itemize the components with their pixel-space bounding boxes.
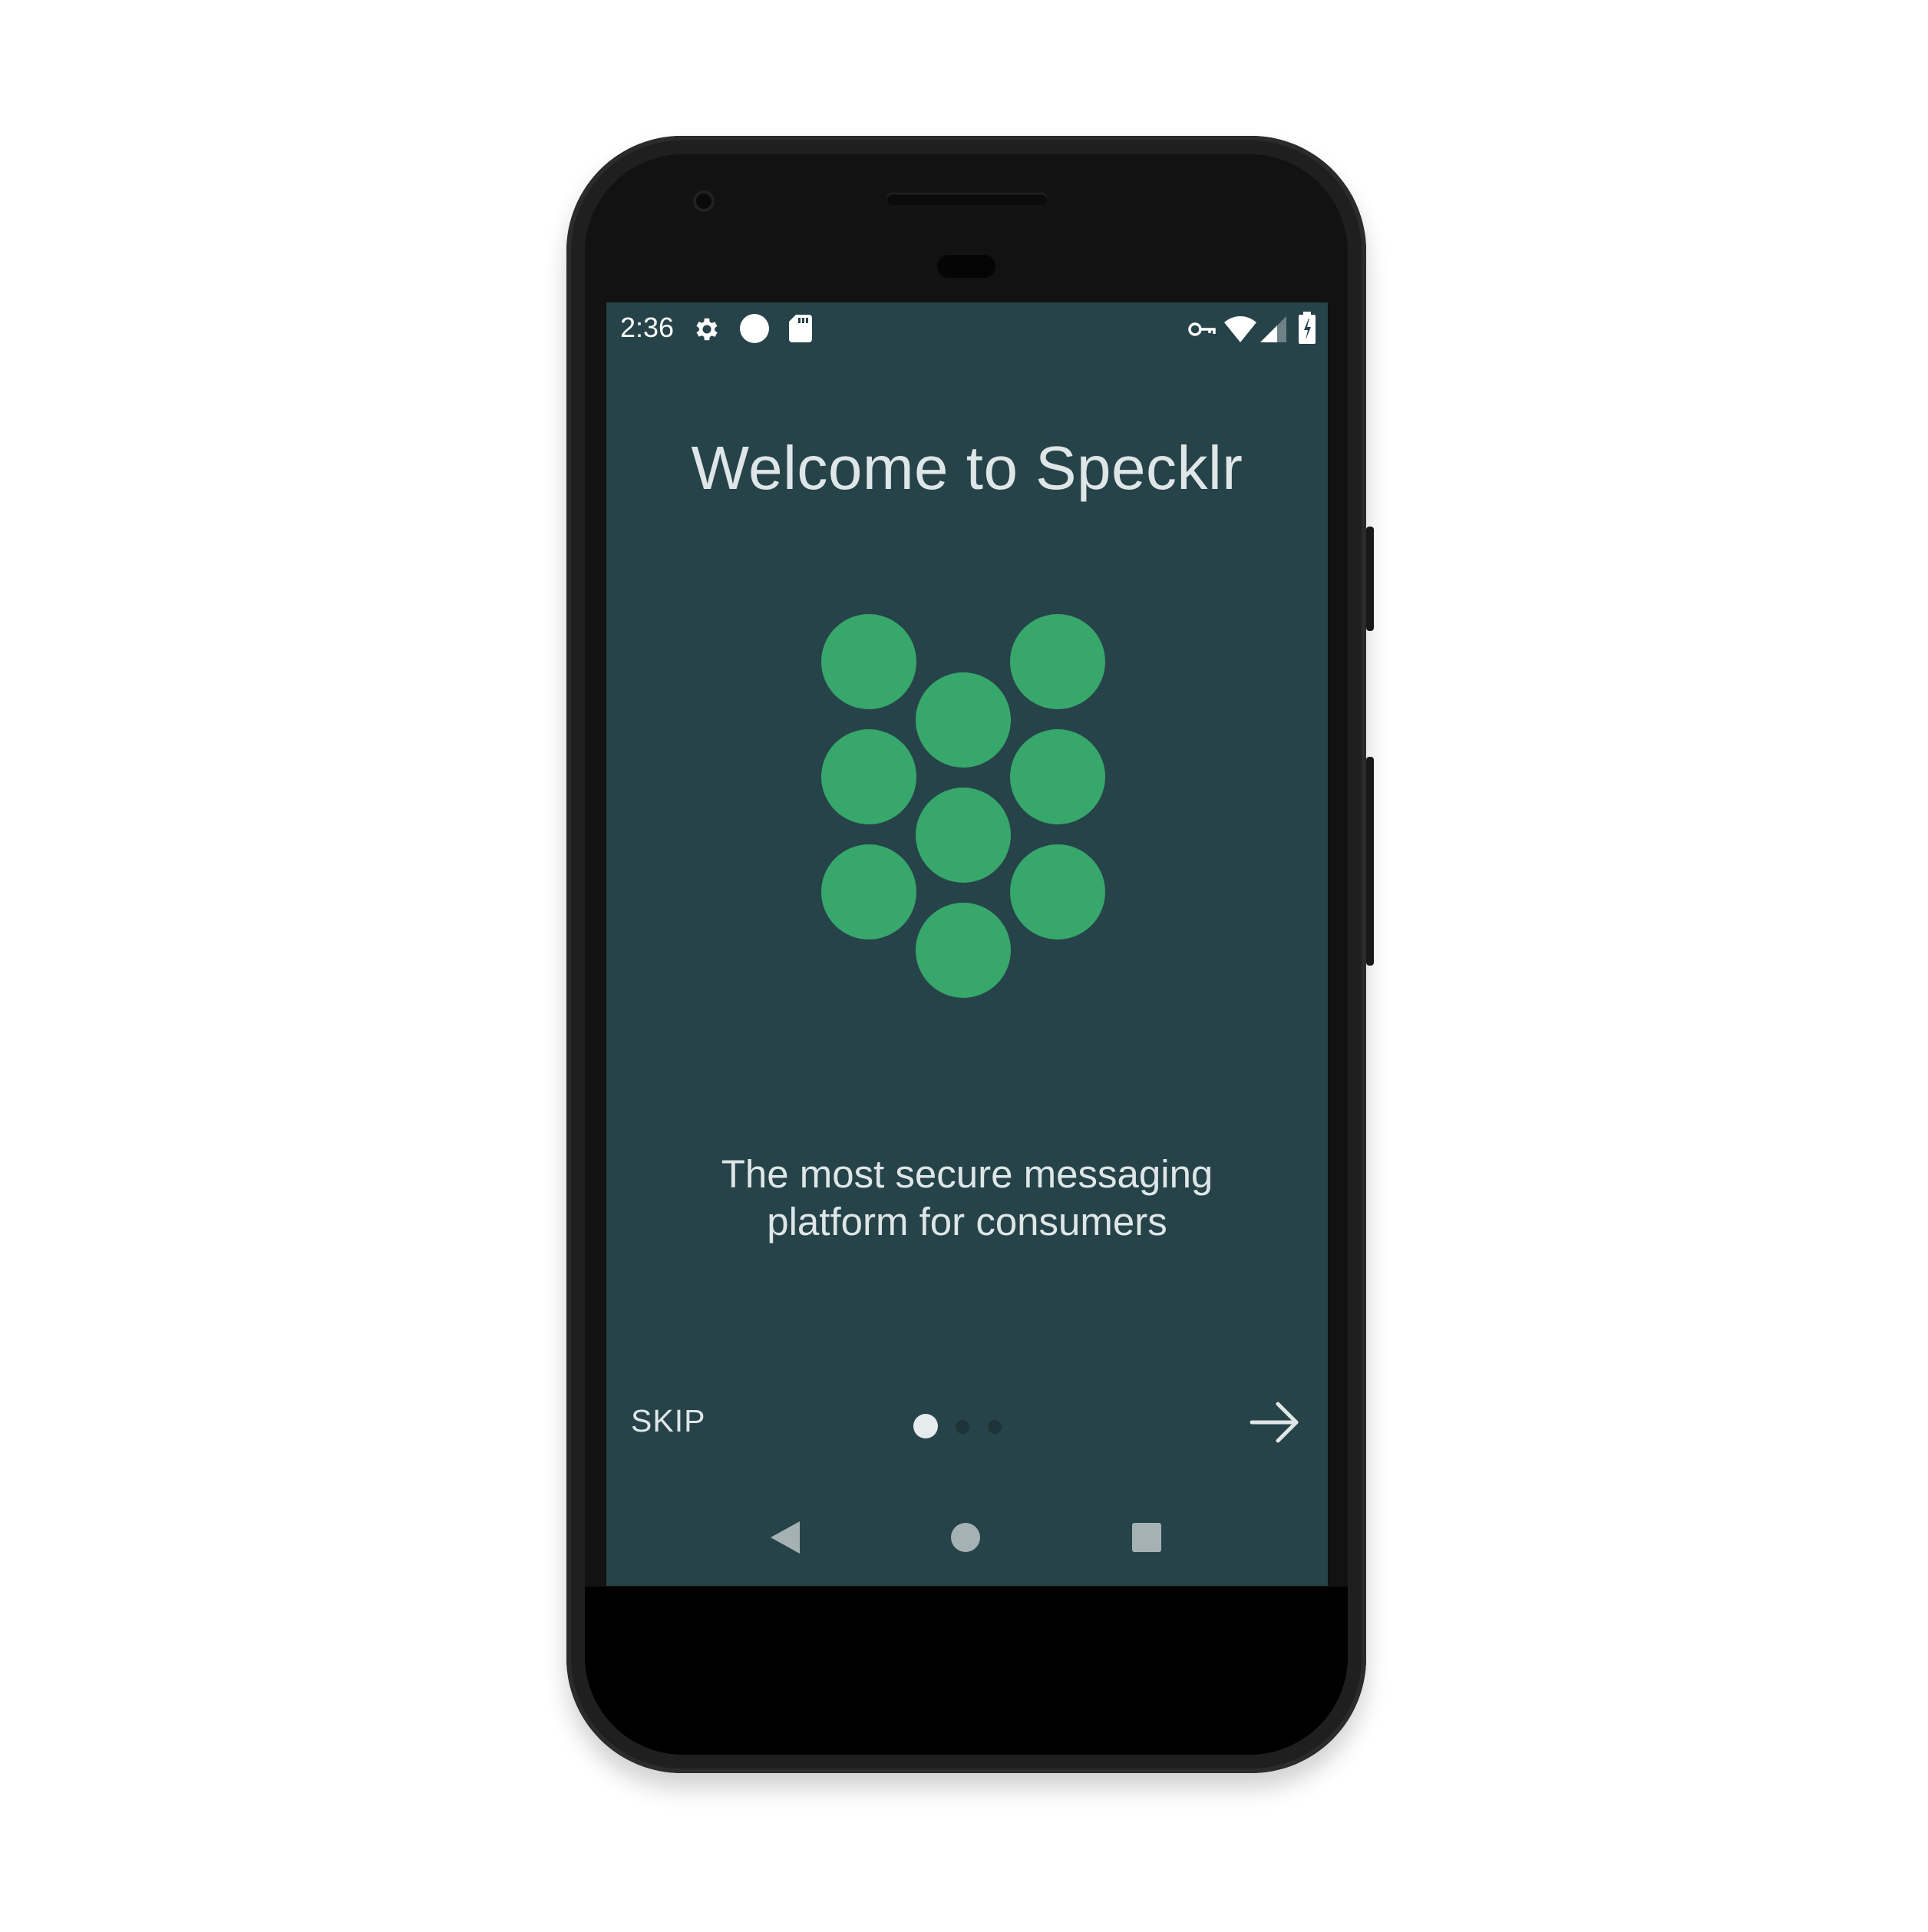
- cell-signal-icon: [1260, 316, 1286, 342]
- circle-notification-icon: [740, 314, 769, 343]
- status-time: 2:36: [620, 312, 675, 343]
- proximity-sensor: [937, 255, 995, 278]
- page-indicator: [913, 1412, 1021, 1443]
- status-bar: 2:36: [606, 302, 1328, 356]
- battery-charging-icon: [1299, 312, 1316, 344]
- app-screen: 2:36 Welcome to Specklr The most secure …: [606, 302, 1328, 1586]
- volume-rocker: [1366, 757, 1374, 966]
- wifi-icon: [1224, 316, 1256, 342]
- system-navigation-bar: [606, 1500, 1328, 1586]
- home-icon[interactable]: [950, 1522, 981, 1553]
- tagline-line-2: platform for consumers: [767, 1200, 1167, 1243]
- specklr-logo-icon: [821, 614, 1105, 998]
- settings-gear-icon: [696, 318, 718, 341]
- welcome-title: Welcome to Specklr: [691, 434, 1243, 502]
- tagline: The most secure messaging platform for c…: [683, 1151, 1251, 1246]
- page-dot-3: [988, 1420, 1002, 1434]
- device-mockup-stage: 2:36 Welcome to Specklr The most secure …: [0, 0, 1928, 1932]
- arrow-forward-icon: [1250, 1402, 1299, 1443]
- vpn-key-icon: [1188, 322, 1216, 336]
- back-icon[interactable]: [769, 1520, 801, 1555]
- tagline-line-1: The most secure messaging: [721, 1152, 1213, 1196]
- earpiece-speaker: [886, 193, 1048, 205]
- page-dot-active: [913, 1414, 938, 1438]
- sd-card-icon: [789, 315, 812, 342]
- front-camera: [693, 190, 715, 212]
- page-dot-2: [956, 1420, 969, 1434]
- phone-bottom-bezel: [585, 1587, 1348, 1755]
- next-arrow-button[interactable]: [1247, 1395, 1301, 1449]
- skip-button[interactable]: SKIP: [631, 1403, 705, 1439]
- recents-icon[interactable]: [1131, 1522, 1162, 1553]
- power-button: [1366, 527, 1374, 631]
